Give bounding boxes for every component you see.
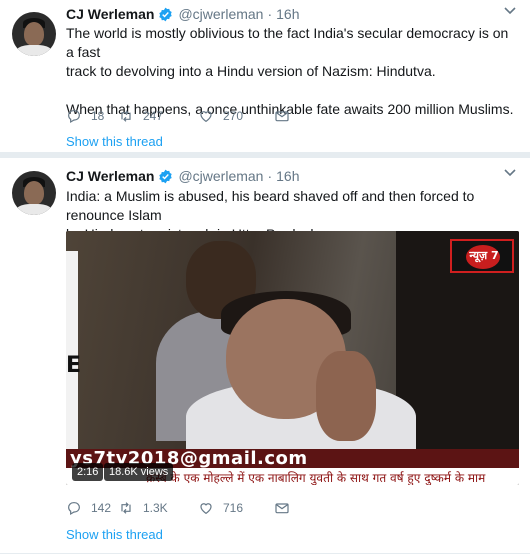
tweet-time[interactable]: 16h [276, 168, 299, 184]
reply-count: 142 [91, 501, 112, 515]
author-avatar[interactable] [12, 171, 56, 215]
like-button[interactable]: 716 [198, 500, 274, 516]
retweet-icon [121, 502, 131, 514]
chevron-down-icon[interactable] [504, 168, 516, 178]
separator-dot: · [267, 168, 273, 184]
direct-message-button[interactable] [274, 108, 290, 124]
author-handle[interactable]: @cjwerleman [178, 6, 263, 22]
tweet-time[interactable]: 16h [276, 6, 299, 22]
show-this-thread-link[interactable]: Show this thread [66, 527, 163, 542]
heart-icon [200, 111, 212, 123]
video-duration-badge: 2:16 [72, 463, 104, 481]
tweet-1[interactable]: CJ Werleman @cjwerleman · 16h The world … [0, 0, 530, 157]
channel-logo-text: न्यूज़ 7 [469, 249, 499, 262]
tweet-header: CJ Werleman @cjwerleman · 16h [66, 167, 300, 185]
retweet-count: 247 [143, 109, 164, 123]
author-avatar[interactable] [12, 12, 56, 56]
like-button[interactable]: 270 [198, 108, 274, 124]
tweet-text: The world is mostly oblivious to the fac… [66, 24, 516, 119]
envelope-icon [275, 111, 289, 122]
separator-dot: · [267, 6, 273, 22]
show-this-thread-link[interactable]: Show this thread [66, 134, 163, 149]
retweet-icon [121, 110, 131, 122]
retweet-button[interactable]: 1.3K [118, 500, 198, 516]
video-news-ticker: क़स्बे के एक मोहल्ले में एक नाबालिग युवत… [146, 471, 486, 485]
direct-message-button[interactable] [274, 500, 290, 516]
tweet-header: CJ Werleman @cjwerleman · 16h [66, 5, 300, 23]
retweet-count: 1.3K [143, 501, 168, 515]
video-player[interactable]: E न्यूज़ 7 ys7tv2018@gmail.com क़स्बे के… [66, 231, 519, 485]
verified-badge-icon [159, 169, 173, 183]
tweet-text-line: The world is mostly oblivious to the fac… [66, 25, 509, 60]
channel-logo: न्यूज़ 7 [450, 239, 514, 273]
author-name[interactable]: CJ Werleman [66, 6, 154, 22]
video-overlay-letter: E [66, 353, 82, 378]
reply-button[interactable]: 18 [66, 108, 118, 124]
tweet-actions: 18 247 270 [66, 106, 290, 126]
tweet-text-line: India: a Muslim is abused, his beard sha… [66, 188, 475, 223]
author-name[interactable]: CJ Werleman [66, 168, 154, 184]
verified-badge-icon [159, 7, 173, 21]
envelope-icon [275, 503, 289, 514]
reply-button[interactable]: 142 [66, 500, 118, 516]
retweet-button[interactable]: 247 [118, 108, 198, 124]
reply-icon [68, 502, 80, 516]
chevron-down-icon[interactable] [504, 6, 516, 16]
heart-icon [200, 503, 212, 515]
tweet-text-line: track to devolving into a Hindu version … [66, 63, 436, 79]
tweet-actions: 142 1.3K 716 [66, 498, 290, 518]
reply-icon [68, 110, 80, 124]
like-count: 270 [223, 109, 244, 123]
author-handle[interactable]: @cjwerleman [178, 168, 263, 184]
like-count: 716 [223, 501, 244, 515]
reply-count: 18 [91, 109, 105, 123]
video-views-badge: 18.6K views [104, 463, 174, 481]
